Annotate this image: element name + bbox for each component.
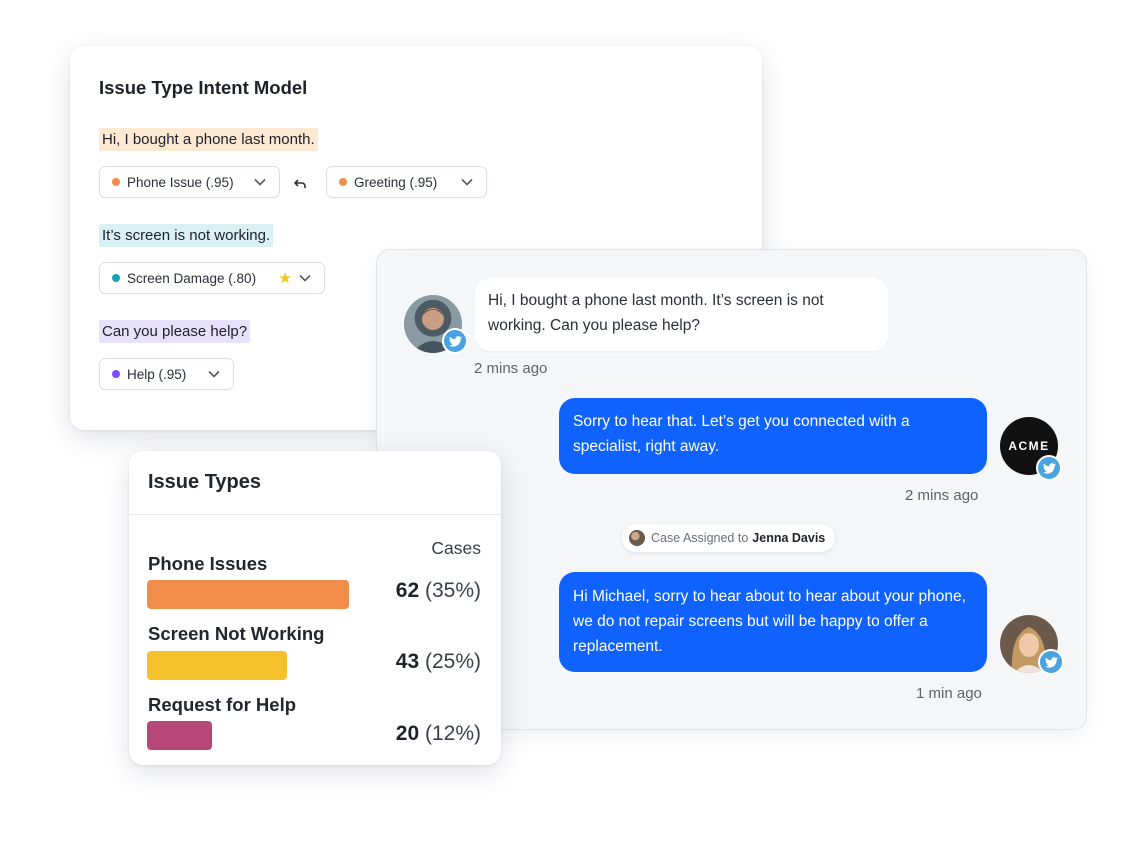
chevron-down-icon: [207, 369, 221, 379]
outgoing-message-bubble: Sorry to hear that. Let’s get you connec…: [559, 398, 987, 474]
intent-chip-label: Greeting (.95): [354, 174, 438, 190]
greeting-dot: [339, 178, 347, 186]
issue-types-title: Issue Types: [148, 471, 262, 493]
bar-phone-issues: [147, 580, 349, 609]
case-assigned-prefix: Case Assigned to: [651, 531, 749, 545]
cases-column-header: Cases: [431, 538, 481, 558]
phone-issue-dot: [112, 178, 120, 186]
twitter-icon: [442, 328, 468, 354]
case-percent: (35%): [424, 579, 481, 602]
issue-label-phone-issues: Phone Issues: [148, 553, 268, 574]
intent-model-title: Issue Type Intent Model: [99, 77, 308, 98]
bar-request-for-help: [147, 721, 212, 750]
intent-chip-help[interactable]: Help (.95): [99, 358, 234, 390]
twitter-icon: [1038, 649, 1064, 675]
chevron-down-icon: [298, 273, 312, 283]
assignee-name: Jenna Davis: [752, 531, 826, 545]
case-count: 43: [395, 650, 420, 673]
chevron-down-icon: [253, 177, 267, 187]
chevron-down-icon: [460, 177, 474, 187]
twitter-icon: [1036, 455, 1062, 481]
bar-screen-not-working: [147, 651, 287, 680]
intent-chip-greeting[interactable]: Greeting (.95): [326, 166, 487, 198]
issue-value-screen-not-working: 43 (25%): [396, 650, 481, 674]
outgoing-message-bubble: Hi Michael, sorry to hear about to hear …: [559, 572, 987, 672]
intent-chip-label: Phone Issue (.95): [127, 174, 234, 190]
intent-chip-label: Help (.95): [127, 366, 187, 382]
issue-value-request-for-help: 20 (12%): [396, 722, 481, 746]
help-dot: [112, 370, 120, 378]
case-count: 62: [395, 579, 420, 602]
screen-damage-dot: [112, 274, 120, 282]
message-timestamp: 2 mins ago: [474, 360, 548, 377]
message-timestamp: 2 mins ago: [905, 487, 979, 504]
issue-label-request-for-help: Request for Help: [148, 694, 297, 715]
intent-chip-screen-damage[interactable]: Screen Damage (.80) ★: [99, 262, 325, 294]
assignee-avatar: [629, 530, 645, 546]
case-count: 20: [395, 722, 420, 745]
issue-label-screen-not-working: Screen Not Working: [148, 623, 325, 644]
acme-logo-text: ACME: [1008, 439, 1050, 453]
intent-chip-label: Screen Damage (.80): [127, 270, 257, 286]
utterance-1: Hi, I bought a phone last month.: [99, 128, 318, 151]
case-assigned-pill[interactable]: Case Assigned to Jenna Davis: [622, 524, 836, 552]
utterance-2: It’s screen is not working.: [99, 224, 274, 247]
case-percent: (12%): [424, 722, 481, 745]
incoming-message-bubble: Hi, I bought a phone last month. It’s sc…: [475, 278, 888, 351]
utterance-3: Can you please help?: [99, 320, 251, 343]
star-icon[interactable]: ★: [279, 271, 292, 286]
divider: [129, 514, 501, 515]
case-percent: (25%): [424, 650, 481, 673]
undo-icon[interactable]: [293, 176, 306, 192]
issue-value-phone-issues: 62 (35%): [396, 579, 481, 603]
message-timestamp: 1 min ago: [916, 685, 982, 702]
intent-chip-phone-issue[interactable]: Phone Issue (.95): [99, 166, 280, 198]
issue-types-card: Issue Types Cases Phone Issues 62 (35%) …: [129, 451, 501, 765]
